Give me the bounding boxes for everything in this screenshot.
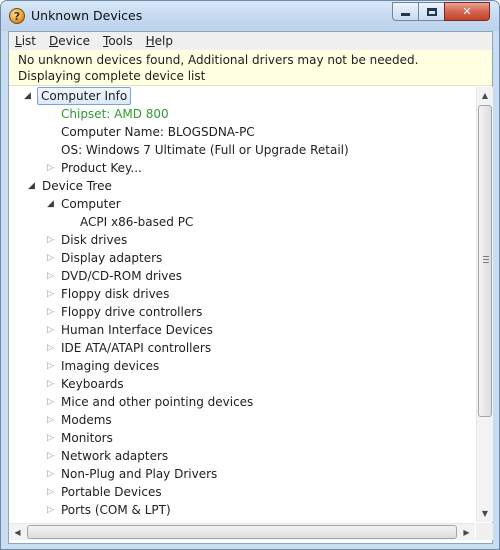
expand-arrow-icon[interactable]: ▷: [46, 159, 55, 177]
tree-label-chipset[interactable]: Chipset: AMD 800: [61, 105, 169, 123]
expand-arrow-icon[interactable]: ▷: [46, 501, 55, 519]
title-bar[interactable]: ? Unknown Devices ✕: [1, 1, 499, 31]
tree-label-computer-name[interactable]: Computer Name: BLOGSDNA-PC: [61, 123, 255, 141]
device-tree-view[interactable]: ◢ Computer Info Chipset: AMD 800 Compute…: [9, 87, 475, 522]
tree-label-category[interactable]: DVD/CD-ROM drives: [61, 267, 182, 285]
scroll-up-arrow-icon[interactable]: ▲: [477, 87, 493, 104]
tree-label-computer-info[interactable]: Computer Info: [37, 87, 132, 105]
tree-label-category[interactable]: Imaging devices: [61, 357, 159, 375]
vertical-scrollbar[interactable]: ▲ ▼: [476, 87, 493, 522]
menu-tools[interactable]: Tools: [103, 34, 133, 48]
close-icon: ✕: [462, 5, 472, 18]
expand-arrow-icon[interactable]: ▷: [46, 303, 55, 321]
expand-arrow-icon[interactable]: ▷: [46, 231, 55, 249]
tree-label-category[interactable]: IDE ATA/ATAPI controllers: [61, 339, 211, 357]
tree-label-category[interactable]: Keyboards: [61, 375, 124, 393]
menu-device-rest: evice: [58, 34, 91, 48]
status-notice: No unknown devices found, Additional dri…: [9, 50, 492, 86]
maximize-icon: [426, 7, 437, 16]
tree-label-device-tree[interactable]: Device Tree: [42, 177, 112, 195]
menu-help-accel: H: [145, 34, 155, 48]
tree-label-category[interactable]: Portable Devices: [61, 483, 162, 501]
horizontal-scroll-thumb[interactable]: [27, 525, 457, 539]
scrollbar-corner: [476, 523, 493, 540]
notice-line-2: Displaying complete device list: [18, 69, 206, 83]
expand-arrow-icon[interactable]: ▷: [46, 429, 55, 447]
expand-arrow-icon[interactable]: ▷: [46, 375, 55, 393]
client-area: List Device Tools Help No unknown device…: [8, 31, 493, 544]
scroll-down-arrow-icon[interactable]: ▼: [477, 505, 493, 522]
scroll-grip-icon: [483, 256, 489, 263]
menu-list-accel: L: [15, 34, 22, 48]
minimize-icon: [401, 13, 410, 16]
expand-arrow-icon[interactable]: ▷: [46, 465, 55, 483]
close-button[interactable]: ✕: [444, 2, 490, 21]
scroll-right-arrow-icon[interactable]: ▶: [458, 524, 475, 540]
tree-label-category[interactable]: Ports (COM & LPT): [61, 501, 171, 519]
menu-help[interactable]: Help: [146, 34, 173, 48]
tree-label-acpi-pc[interactable]: ACPI x86-based PC: [80, 213, 193, 231]
menu-bar: List Device Tools Help: [9, 32, 492, 50]
tree-label-category[interactable]: Non-Plug and Play Drivers: [61, 465, 217, 483]
menu-list[interactable]: List: [15, 34, 36, 48]
menu-device-accel: D: [48, 34, 59, 48]
notice-line-1: No unknown devices found, Additional dri…: [18, 53, 419, 67]
tree-label-category[interactable]: Network adapters: [61, 447, 168, 465]
menu-help-rest: elp: [154, 34, 173, 48]
window-title: Unknown Devices: [31, 8, 143, 23]
menu-device[interactable]: Device: [49, 34, 90, 48]
tree-label-os[interactable]: OS: Windows 7 Ultimate (Full or Upgrade …: [61, 141, 349, 159]
tree-label-category[interactable]: Monitors: [61, 429, 113, 447]
collapse-arrow-icon[interactable]: ◢: [46, 195, 55, 213]
scroll-left-arrow-icon[interactable]: ◀: [9, 524, 26, 540]
menu-list-rest: ist: [21, 34, 36, 48]
minimize-button[interactable]: [392, 2, 419, 21]
collapse-arrow-icon[interactable]: ◢: [23, 87, 32, 105]
tree-label-category[interactable]: Modems: [61, 411, 112, 429]
tree-label-category[interactable]: Mice and other pointing devices: [61, 393, 253, 411]
collapse-arrow-icon[interactable]: ◢: [27, 177, 36, 195]
app-window: ? Unknown Devices ✕ List Device Tools He…: [0, 0, 500, 550]
tree-label-category[interactable]: Display adapters: [61, 249, 162, 267]
vertical-scroll-thumb[interactable]: [478, 105, 492, 417]
expand-arrow-icon[interactable]: ▷: [46, 321, 55, 339]
expand-arrow-icon[interactable]: ▷: [46, 339, 55, 357]
expand-arrow-icon[interactable]: ▷: [46, 285, 55, 303]
expand-arrow-icon[interactable]: ▷: [46, 357, 55, 375]
tree-label-product-key[interactable]: Product Key...: [61, 159, 142, 177]
expand-arrow-icon[interactable]: ▷: [46, 411, 55, 429]
tree-label-category[interactable]: Floppy disk drives: [61, 285, 169, 303]
tree-label-category[interactable]: Floppy drive controllers: [61, 303, 202, 321]
tree-label-category[interactable]: Disk drives: [61, 231, 127, 249]
menu-tools-rest: ools: [108, 34, 133, 48]
expand-arrow-icon[interactable]: ▷: [46, 393, 55, 411]
expand-arrow-icon[interactable]: ▷: [46, 267, 55, 285]
expand-arrow-icon[interactable]: ▷: [46, 249, 55, 267]
expand-arrow-icon[interactable]: ▷: [46, 483, 55, 501]
tree-label-computer[interactable]: Computer: [61, 195, 121, 213]
tree-label-category[interactable]: Human Interface Devices: [61, 321, 213, 339]
maximize-button[interactable]: [418, 2, 445, 21]
tree-node-computer-info[interactable]: ◢ Computer Info: [9, 87, 475, 105]
question-mark-app-icon[interactable]: ?: [9, 8, 25, 24]
expand-arrow-icon[interactable]: ▷: [46, 447, 55, 465]
horizontal-scrollbar[interactable]: ◀ ▶: [9, 523, 475, 540]
